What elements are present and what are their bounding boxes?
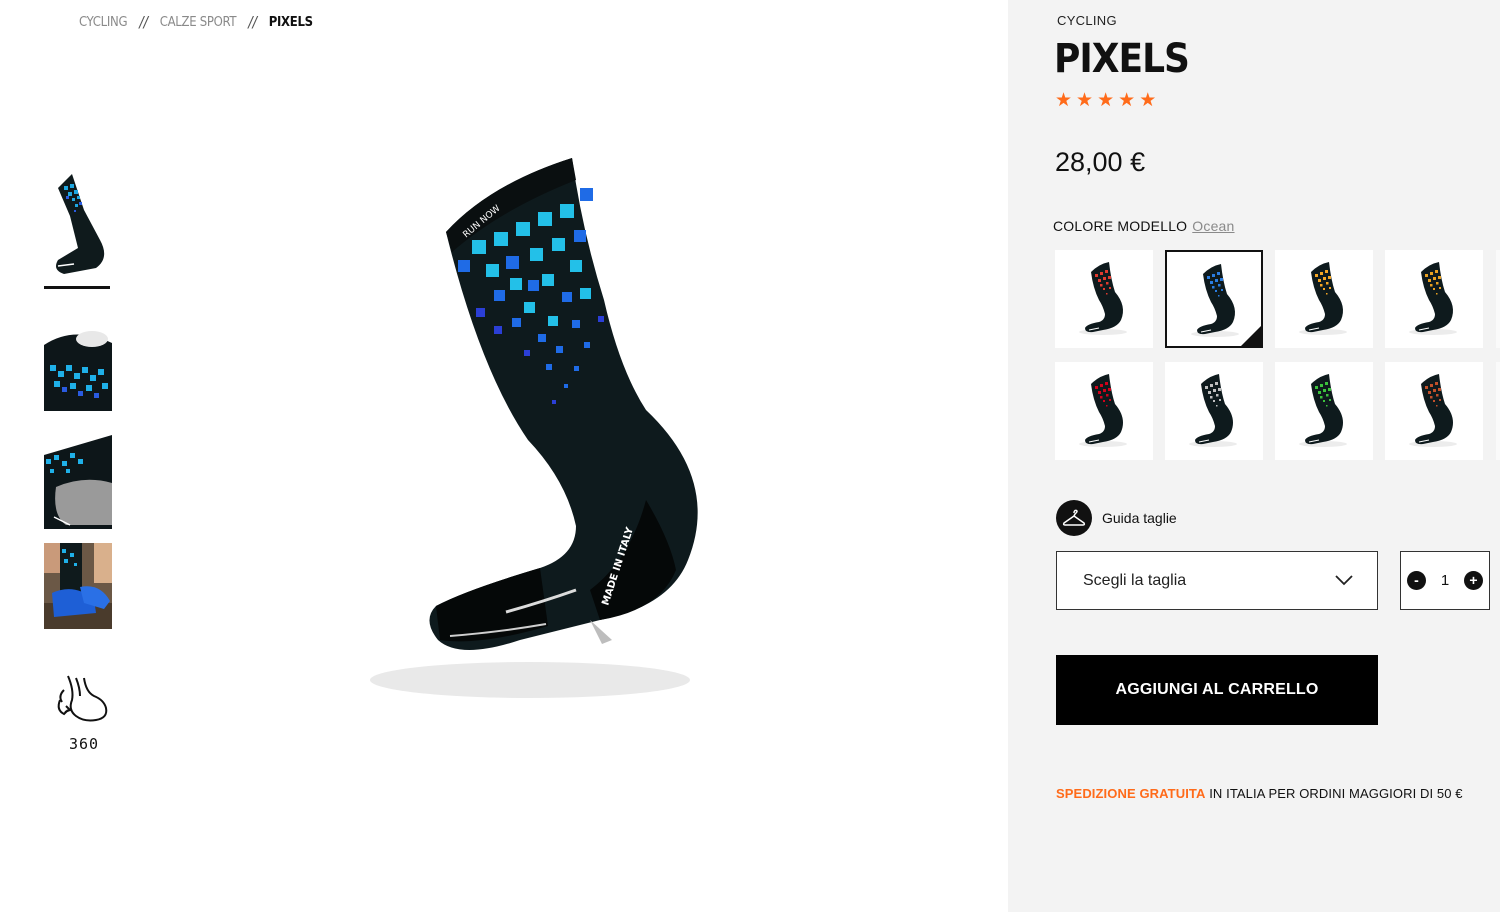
color-label-text: COLORE MODELLO [1053, 218, 1188, 234]
shipping-notice: SPEDIZIONE GRATUITA IN ITALIA PER ORDINI… [1056, 786, 1463, 801]
rating-stars[interactable]: ★ ★ ★ ★ ★ [1055, 90, 1156, 112]
sock-swatch-icon [1299, 374, 1347, 447]
thumbnail-sock-side[interactable] [44, 170, 112, 280]
size-guide-link[interactable]: Guida taglie [1056, 500, 1177, 536]
sock-swatch-icon [1079, 374, 1127, 447]
breadcrumb-separator: // [248, 13, 257, 31]
star-icon: ★ [1076, 90, 1094, 111]
shipping-text: IN ITALIA PER ORDINI MAGGIORI DI 50 € [1209, 786, 1463, 801]
chevron-down-icon [1335, 575, 1353, 586]
thumbnail-active-indicator [44, 286, 110, 289]
color-swatch[interactable] [1275, 250, 1373, 348]
color-swatch[interactable] [1275, 362, 1373, 460]
thumbnail-sock-worn[interactable] [44, 543, 112, 629]
swatch-overflow-edge [1496, 250, 1500, 348]
foot-360-icon [57, 675, 108, 722]
breadcrumb: CYCLING // CALZE SPORT // PIXELS [79, 13, 313, 31]
size-guide-label: Guida taglie [1102, 510, 1177, 526]
product-title: PIXELS [1054, 36, 1190, 82]
star-icon: ★ [1055, 90, 1073, 111]
star-icon: ★ [1118, 90, 1136, 111]
sock-swatch-icon [1079, 262, 1127, 335]
shipping-highlight: SPEDIZIONE GRATUITA [1056, 786, 1206, 801]
sock-swatch-icon [1189, 374, 1237, 447]
color-picker-label: COLORE MODELLO Ocean [1053, 218, 1235, 234]
color-selected-value: Ocean [1192, 218, 1235, 234]
sock-swatch-icon [1409, 374, 1457, 447]
breadcrumb-calze-sport[interactable]: CALZE SPORT [160, 15, 237, 30]
quantity-value[interactable]: 1 [1441, 572, 1449, 589]
view-360-label: 360 [68, 735, 100, 753]
color-swatch[interactable] [1055, 362, 1153, 460]
product-info-panel: CYCLING PIXELS ★ ★ ★ ★ ★ 28,00 € COLORE … [1008, 0, 1500, 912]
breadcrumb-cycling[interactable]: CYCLING [79, 15, 128, 30]
star-icon: ★ [1097, 90, 1115, 111]
main-product-image[interactable]: RUN NOW MADE IN ITALY [280, 120, 840, 760]
hanger-icon [1056, 500, 1092, 536]
size-select-dropdown[interactable]: Scegli la taglia [1056, 551, 1378, 610]
thumbnail-sock-top[interactable] [44, 325, 112, 411]
add-to-cart-button[interactable]: AGGIUNGI AL CARRELLO [1056, 655, 1378, 725]
quantity-stepper: - 1 + [1400, 551, 1490, 610]
star-icon: ★ [1139, 90, 1157, 111]
breadcrumb-current: PIXELS [268, 14, 313, 30]
color-swatch[interactable] [1055, 250, 1153, 348]
color-swatch[interactable] [1385, 250, 1483, 348]
color-swatch[interactable] [1165, 362, 1263, 460]
swatch-overflow-edge [1496, 362, 1500, 460]
color-swatch[interactable] [1385, 362, 1483, 460]
size-select-placeholder: Scegli la taglia [1083, 571, 1187, 589]
quantity-increase-button[interactable]: + [1464, 571, 1483, 590]
product-price: 28,00 € [1055, 147, 1146, 177]
selected-corner-marker [1241, 326, 1261, 346]
color-swatch[interactable] [1165, 250, 1263, 348]
quantity-decrease-button[interactable]: - [1407, 571, 1426, 590]
sock-swatch-icon [1299, 262, 1347, 335]
product-category: CYCLING [1057, 13, 1117, 28]
breadcrumb-separator: // [139, 13, 148, 31]
sock-swatch-icon [1409, 262, 1457, 335]
view-360-button[interactable]: 360 [54, 670, 114, 753]
thumbnail-sock-sole[interactable] [44, 425, 112, 529]
